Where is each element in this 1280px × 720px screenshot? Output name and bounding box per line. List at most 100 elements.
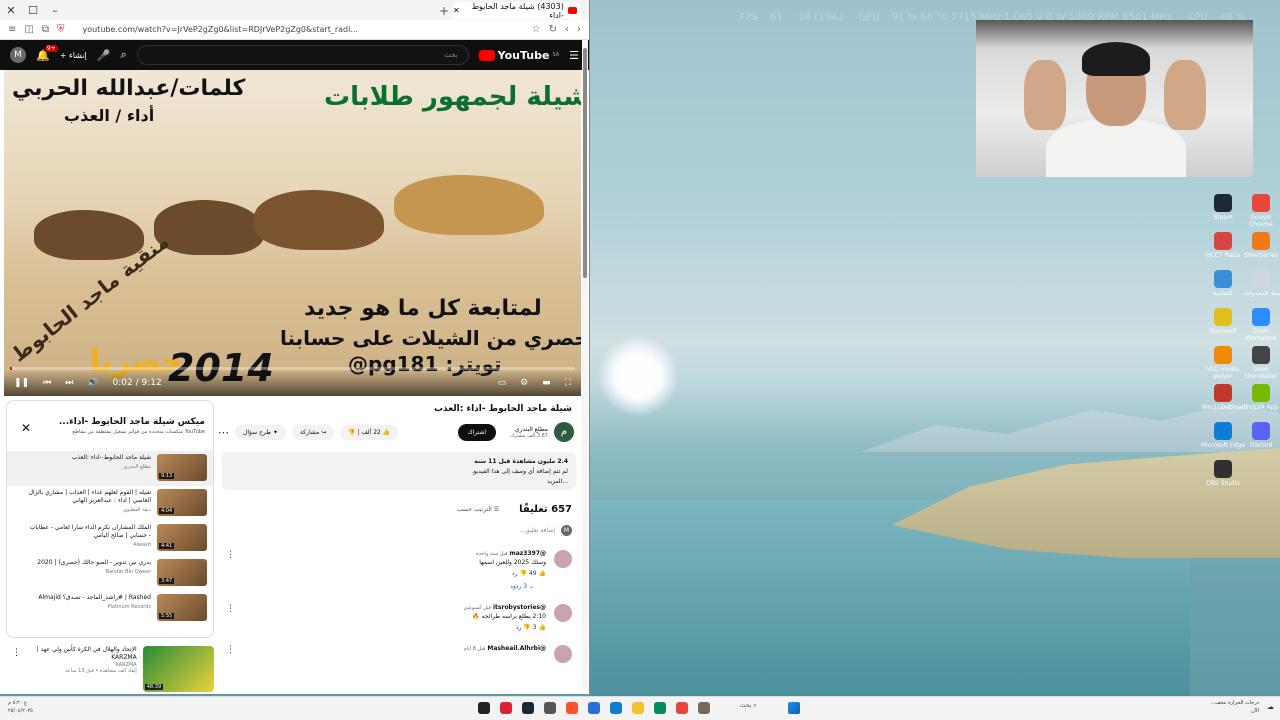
app-icon [1252, 422, 1270, 440]
search-icon[interactable]: ⌕ [120, 48, 126, 62]
create-button[interactable]: + إنشاء [60, 51, 87, 60]
tab-close-icon[interactable]: ✕ [453, 6, 460, 15]
close-window-icon[interactable]: ✕ [0, 4, 22, 17]
related-video[interactable]: 48:39 الإتحاد والهلال في الكرة كأس ولي ع… [6, 646, 214, 692]
theater-mode-icon[interactable]: ▬ [542, 378, 551, 388]
reply-button[interactable]: رد [516, 624, 522, 631]
start-icon[interactable] [788, 702, 800, 714]
related-video-thumbnail[interactable]: 48:39 [142, 646, 214, 692]
desktop-icon[interactable]: Geek Uninstaller [1238, 346, 1280, 380]
scrollbar-thumb[interactable] [583, 48, 587, 278]
desktop-icon[interactable]: SteelSeries [1238, 232, 1280, 259]
more-options-icon[interactable]: ⋮ [226, 645, 235, 655]
steam-icon[interactable] [522, 702, 534, 714]
minimize-icon[interactable]: – [44, 4, 66, 17]
taskbar-search[interactable]: بحث ⌕ [740, 702, 757, 710]
comment-author[interactable]: @itsrobystories قبل أسبوعين [464, 604, 546, 611]
comment-author[interactable]: @Masheail.Alhrbi قبل 8 أيام [464, 645, 546, 652]
volume-icon[interactable]: 🔊 [87, 378, 98, 388]
search-input[interactable]: بحث [136, 45, 469, 65]
playlist-item[interactable]: 9:13 شيلة ماجد الحابوط -اداء :العذب مطلع ا… [7, 451, 213, 486]
bookmark-icon[interactable]: ☆ [532, 24, 541, 35]
voice-search-icon[interactable]: 🎤 [97, 49, 111, 62]
next-icon[interactable]: ⏭ [65, 378, 73, 388]
settings-gear-icon[interactable]: ⚙ [520, 378, 528, 388]
more-options-icon[interactable]: ⋮ [226, 604, 235, 614]
more-options-icon[interactable]: ⋮ [226, 550, 235, 560]
video-player[interactable]: كلمات/عبدالله الحربي أداء / العذب شيلة ل… [4, 70, 581, 396]
back-icon[interactable]: ‹ [565, 24, 569, 35]
folder-icon[interactable] [632, 702, 644, 714]
view-replies-button[interactable]: ⌄ 3 ردود [218, 583, 534, 590]
desktop-icon[interactable]: Discord [1238, 422, 1280, 449]
page-scrollbar[interactable] [582, 40, 588, 690]
browser-tab[interactable]: (4303) شيلة ماجد الحابوط -اداء ✕ [453, 2, 581, 20]
tabs-icon[interactable]: ⧉ [42, 24, 49, 35]
playlist-item[interactable]: 3:47 بدري نين تدوير - الضو حالك (حصري) | … [7, 556, 213, 591]
notifications-icon[interactable]: 🔔 9+ [36, 44, 58, 62]
playlist-item[interactable]: 5:55 Rashed | #راشد_الماجد - تصدق؟ Almaji… [7, 591, 213, 626]
playlist-item-thumbnail[interactable]: 9:13 [157, 454, 207, 481]
dislike-icon[interactable]: 👎 [523, 624, 530, 631]
app-icon[interactable] [544, 702, 556, 714]
chrome-icon[interactable] [676, 702, 688, 714]
edge-icon[interactable] [610, 702, 622, 714]
like-button[interactable]: 👍 22 ألف | 👎 [340, 424, 399, 440]
url-field[interactable]: youtube.com/watch?v=JrVeP2gZg0&list=RDJr… [82, 25, 523, 34]
channel-avatar[interactable]: م [554, 422, 574, 442]
more-actions-icon[interactable]: ⋯ [218, 426, 229, 439]
description-box[interactable]: 2.4 مليون مشاهدة قبل 11 سنة لم تتم إضافة… [222, 452, 576, 490]
forward-icon[interactable]: › [577, 24, 581, 35]
app-icon[interactable] [698, 702, 710, 714]
store-icon[interactable] [588, 702, 600, 714]
desktop-icon[interactable]: OBS Studio [1200, 460, 1246, 487]
more-options-icon[interactable]: ⋮ [12, 648, 21, 658]
sidebar-icon[interactable]: ◫ [24, 24, 33, 35]
shield-icon[interactable]: ⛨ [57, 24, 65, 35]
description-more[interactable]: ...المزيد [230, 477, 568, 487]
reply-button[interactable]: رد [512, 570, 518, 577]
comment-avatar[interactable] [554, 550, 572, 568]
reload-icon[interactable]: ↻ [549, 24, 557, 35]
comment-author[interactable]: @maz3397 قبل سنة واحدة [476, 550, 546, 557]
desktop-icon[interactable]: Zoom Workplace [1238, 308, 1280, 342]
menu-icon[interactable]: ≡ [8, 24, 16, 35]
ask-button[interactable]: ✦ طرح سؤال [235, 424, 286, 440]
comment-avatar[interactable] [554, 604, 572, 622]
playlist-item[interactable]: 4:04 شيله | القوم لعلهم غداء | العذاب | م… [7, 486, 213, 521]
sort-button[interactable]: ☰ الترتيب حسب [457, 506, 499, 513]
add-comment-input[interactable]: إضافة تعليق... [519, 527, 555, 534]
playlist-item-thumbnail[interactable]: 5:55 [157, 594, 207, 621]
pause-icon[interactable]: ❚❚ [14, 378, 29, 388]
subscribe-button[interactable]: اشتراك [457, 423, 497, 441]
close-playlist-icon[interactable]: ✕ [21, 421, 31, 435]
desktop-icon[interactable]: NVIDIA App [1238, 384, 1280, 411]
playlist-item-thumbnail[interactable]: 4:04 [157, 489, 207, 516]
previous-icon[interactable]: ⏮ [43, 378, 51, 388]
dislike-icon[interactable]: 👎 [520, 570, 527, 577]
app-icon[interactable] [654, 702, 666, 714]
maximize-icon[interactable]: ☐ [22, 4, 44, 17]
playlist-item-duration: 5:55 [159, 613, 175, 619]
like-icon[interactable]: 👍 [539, 624, 546, 631]
account-avatar[interactable]: M [10, 47, 26, 63]
weather-widget[interactable]: ☁ درجات الحرارة تنخف... الآن [1210, 699, 1274, 715]
comment-avatar[interactable] [554, 645, 572, 663]
brave-icon[interactable] [566, 702, 578, 714]
youtube-logo[interactable]: YouTube SA [478, 49, 559, 62]
playlist-item[interactable]: 4:41 الملك المشاران بكرم الداء سارا لعامي… [7, 521, 213, 556]
fullscreen-icon[interactable]: ⛶ [565, 378, 571, 388]
playlist-item-thumbnail[interactable]: 3:47 [157, 559, 207, 586]
desktop-icon[interactable]: سلة المحذوفات [1238, 270, 1280, 297]
app-icon[interactable] [500, 702, 512, 714]
like-icon[interactable]: 👍 [539, 570, 546, 577]
captions-icon[interactable]: ▭ [498, 378, 507, 388]
terminal-icon[interactable] [478, 702, 490, 714]
channel-name[interactable]: مطلع البندري [510, 426, 548, 433]
desktop-icon[interactable]: Google Chrome [1238, 194, 1280, 228]
new-tab-icon[interactable]: + [439, 4, 449, 18]
hamburger-menu-icon[interactable]: ☰ [569, 49, 579, 62]
share-button[interactable]: ↪ مشاركة [291, 424, 335, 440]
playlist-item-thumbnail[interactable]: 4:41 [157, 524, 207, 551]
system-clock[interactable]: ع ٥:٢٠ م ٢٥/٠٤/٢٠٢٥ [8, 699, 98, 715]
